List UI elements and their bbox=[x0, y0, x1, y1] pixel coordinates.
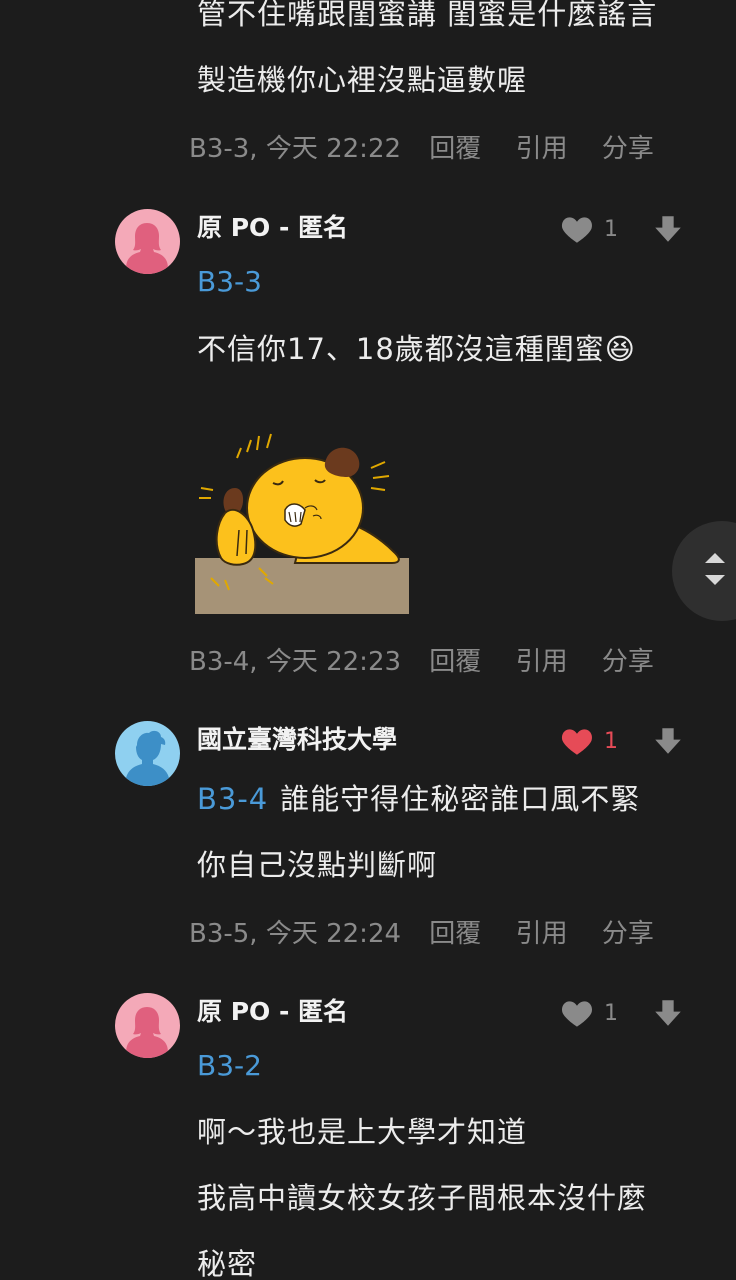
avatar-male[interactable] bbox=[115, 721, 180, 786]
comment-text-line: 製造機你心裡沒點逼數喔 bbox=[197, 63, 528, 97]
avatar-female[interactable] bbox=[115, 993, 180, 1058]
avatar-female[interactable] bbox=[115, 209, 180, 274]
heart-icon bbox=[561, 729, 593, 755]
floor-timestamp: B3-3, 今天 22:22 bbox=[189, 134, 402, 164]
downvote-icon[interactable] bbox=[651, 724, 685, 758]
comment-author[interactable]: 國立臺灣科技大學 bbox=[197, 724, 397, 756]
reply-button[interactable]: 回覆 bbox=[429, 134, 481, 164]
comment-text-line: 你自己沒點判斷啊 bbox=[197, 848, 438, 882]
floor-timestamp: B3-5, 今天 22:24 bbox=[189, 919, 402, 949]
like-count: 1 bbox=[604, 1000, 618, 1026]
comment-thread: 管不住嘴跟閨蜜講 閨蜜是什麼謠言 製造機你心裡沒點逼數喔 B3-3, 今天 22… bbox=[0, 0, 736, 1280]
floor-timestamp: B3-4, 今天 22:23 bbox=[189, 647, 402, 677]
like-button[interactable]: 1 bbox=[560, 724, 618, 758]
like-count: 1 bbox=[604, 728, 618, 754]
like-count: 1 bbox=[604, 216, 618, 242]
comment-text-line: B3-4 誰能守得住秘密誰口風不緊 bbox=[197, 779, 640, 819]
reply-floor-link[interactable]: B3-4 bbox=[197, 782, 268, 816]
yellow-dog-sticker bbox=[195, 433, 409, 614]
quote-button[interactable]: 引用 bbox=[516, 919, 568, 949]
scroll-jump-button[interactable] bbox=[672, 521, 736, 621]
comment-text-line: 我高中讀女校女孩子間根本沒什麼 bbox=[197, 1181, 648, 1215]
heart-icon bbox=[561, 217, 593, 243]
share-button[interactable]: 分享 bbox=[602, 919, 654, 949]
comment-author[interactable]: 原 PO - 匿名 bbox=[197, 212, 348, 244]
downvote-icon[interactable] bbox=[651, 212, 685, 246]
scroll-arrows-icon bbox=[705, 553, 725, 585]
reply-button[interactable]: 回覆 bbox=[429, 647, 481, 677]
share-button[interactable]: 分享 bbox=[602, 647, 654, 677]
heart-icon bbox=[561, 1001, 593, 1027]
comment-text-line: 管不住嘴跟閨蜜講 閨蜜是什麼謠言 bbox=[197, 0, 658, 31]
downvote-icon[interactable] bbox=[651, 996, 685, 1030]
comment-meta: B3-3, 今天 22:22 回覆 引用 分享 bbox=[189, 132, 654, 166]
comment-text-line: 秘密 bbox=[197, 1247, 258, 1280]
share-button[interactable]: 分享 bbox=[602, 134, 654, 164]
reply-floor-link[interactable]: B3-3 bbox=[197, 263, 262, 301]
reply-button[interactable]: 回覆 bbox=[429, 919, 481, 949]
quote-button[interactable]: 引用 bbox=[516, 647, 568, 677]
comment-text-line: 啊～我也是上大學才知道 bbox=[197, 1115, 528, 1149]
comment-meta: B3-4, 今天 22:23 回覆 引用 分享 bbox=[189, 645, 654, 679]
quote-button[interactable]: 引用 bbox=[516, 134, 568, 164]
comment-text: 誰能守得住秘密誰口風不緊 bbox=[280, 782, 641, 816]
like-button[interactable]: 1 bbox=[560, 212, 618, 246]
comment-text-line: 不信你17、18歲都沒這種閨蜜😆 bbox=[197, 332, 637, 366]
like-button[interactable]: 1 bbox=[560, 996, 618, 1030]
comment-meta: B3-5, 今天 22:24 回覆 引用 分享 bbox=[189, 917, 654, 951]
reply-floor-link[interactable]: B3-2 bbox=[197, 1047, 262, 1085]
comment-author[interactable]: 原 PO - 匿名 bbox=[197, 996, 348, 1028]
